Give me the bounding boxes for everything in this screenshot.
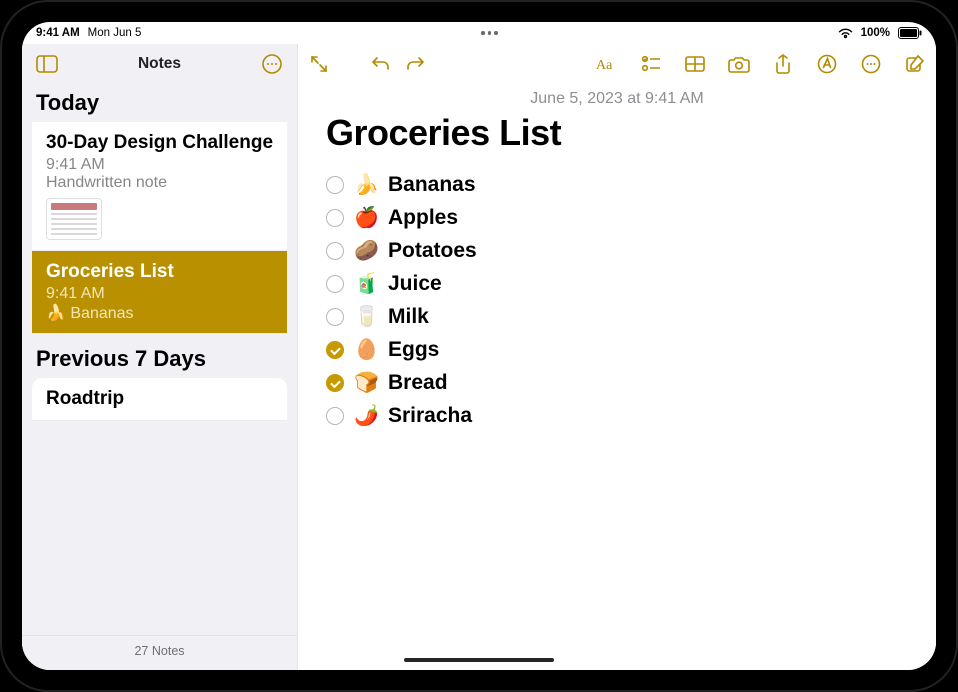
wifi-icon bbox=[838, 28, 853, 39]
note-item-preview: 🍌 Bananas bbox=[46, 303, 275, 323]
note-item-title: Groceries List bbox=[46, 261, 275, 283]
checklist-item[interactable]: 🥔 Potatoes bbox=[326, 238, 908, 263]
checklist-item[interactable]: 🥚 Eggs bbox=[326, 337, 908, 362]
expand-button[interactable] bbox=[304, 49, 334, 79]
item-emoji: 🥔 bbox=[354, 238, 378, 263]
checkbox[interactable] bbox=[326, 176, 344, 194]
compose-button[interactable] bbox=[900, 49, 930, 79]
note-thumbnail bbox=[46, 198, 102, 240]
camera-button[interactable] bbox=[724, 49, 754, 79]
item-text: Apples bbox=[388, 206, 458, 230]
item-text: Bread bbox=[388, 371, 448, 395]
checklist-item[interactable]: 🍎 Apples bbox=[326, 205, 908, 230]
item-text: Potatoes bbox=[388, 239, 477, 263]
editor-toolbar: Aa bbox=[298, 44, 936, 84]
item-text: Juice bbox=[388, 272, 442, 296]
section-header-prev7: Previous 7 Days bbox=[22, 340, 297, 378]
item-emoji: 🍌 bbox=[354, 172, 378, 197]
battery-icon bbox=[898, 27, 922, 39]
item-text: Eggs bbox=[388, 338, 439, 362]
checklist-button[interactable] bbox=[636, 49, 666, 79]
share-button[interactable] bbox=[768, 49, 798, 79]
checkbox[interactable] bbox=[326, 242, 344, 260]
redo-button[interactable] bbox=[400, 49, 430, 79]
multitask-dots[interactable] bbox=[481, 31, 498, 35]
status-bar: 9:41 AM Mon Jun 5 100% bbox=[22, 22, 936, 44]
item-emoji: 🥛 bbox=[354, 304, 378, 329]
checkbox[interactable] bbox=[326, 341, 344, 359]
item-emoji: 🌶️ bbox=[354, 403, 378, 428]
notes-sidebar: Notes Today 30-Day Design Challenge 9:41… bbox=[22, 44, 298, 670]
checklist-item[interactable]: 🌶️ Sriracha bbox=[326, 403, 908, 428]
checklist-item[interactable]: 🧃 Juice bbox=[326, 271, 908, 296]
note-item-title: 30-Day Design Challenge bbox=[46, 132, 275, 154]
note-item-preview: Handwritten note bbox=[46, 174, 275, 192]
toggle-sidebar-button[interactable] bbox=[30, 49, 64, 79]
text-format-button[interactable]: Aa bbox=[592, 49, 622, 79]
checkbox[interactable] bbox=[326, 407, 344, 425]
notes-list: Today 30-Day Design Challenge 9:41 AM Ha… bbox=[22, 84, 297, 635]
svg-text:Aa: Aa bbox=[596, 58, 613, 73]
item-emoji: 🥚 bbox=[354, 337, 378, 362]
checkbox[interactable] bbox=[326, 308, 344, 326]
item-emoji: 🧃 bbox=[354, 271, 378, 296]
note-item-design[interactable]: 30-Day Design Challenge 9:41 AM Handwrit… bbox=[32, 122, 287, 251]
note-title: Groceries List bbox=[326, 112, 908, 154]
editor-more-button[interactable] bbox=[856, 49, 886, 79]
status-time: 9:41 AM bbox=[36, 27, 80, 39]
checklist: 🍌 Bananas 🍎 Apples 🥔 Potatoes 🧃 Juice 🥛 Milk 🥚 Eggs… bbox=[326, 172, 908, 428]
checkbox[interactable] bbox=[326, 275, 344, 293]
battery-percent: 100% bbox=[861, 27, 890, 39]
note-item-roadtrip[interactable]: Roadtrip bbox=[32, 378, 287, 421]
status-date: Mon Jun 5 bbox=[88, 27, 142, 39]
note-item-time: 9:41 AM bbox=[46, 285, 105, 303]
undo-button[interactable] bbox=[366, 49, 396, 79]
note-editor: Aa bbox=[298, 44, 936, 670]
table-button[interactable] bbox=[680, 49, 710, 79]
note-body[interactable]: June 5, 2023 at 9:41 AM Groceries List 🍌… bbox=[298, 84, 936, 670]
checkbox[interactable] bbox=[326, 209, 344, 227]
note-timestamp: June 5, 2023 at 9:41 AM bbox=[326, 90, 908, 108]
markup-button[interactable] bbox=[812, 49, 842, 79]
item-text: Sriracha bbox=[388, 404, 472, 428]
section-header-today: Today bbox=[22, 84, 297, 122]
item-text: Bananas bbox=[388, 173, 476, 197]
note-item-title: Roadtrip bbox=[46, 388, 275, 410]
item-emoji: 🍎 bbox=[354, 205, 378, 230]
checklist-item[interactable]: 🥛 Milk bbox=[326, 304, 908, 329]
note-item-groceries[interactable]: Groceries List 9:41 AM 🍌 Bananas bbox=[32, 251, 287, 334]
checklist-item[interactable]: 🍌 Bananas bbox=[326, 172, 908, 197]
sidebar-footer-count: 27 Notes bbox=[22, 635, 297, 670]
home-indicator[interactable] bbox=[404, 658, 554, 662]
item-text: Milk bbox=[388, 305, 429, 329]
note-item-time: 9:41 AM bbox=[46, 156, 105, 174]
checkbox[interactable] bbox=[326, 374, 344, 392]
item-emoji: 🍞 bbox=[354, 370, 378, 395]
checklist-item[interactable]: 🍞 Bread bbox=[326, 370, 908, 395]
sidebar-more-button[interactable] bbox=[255, 49, 289, 79]
